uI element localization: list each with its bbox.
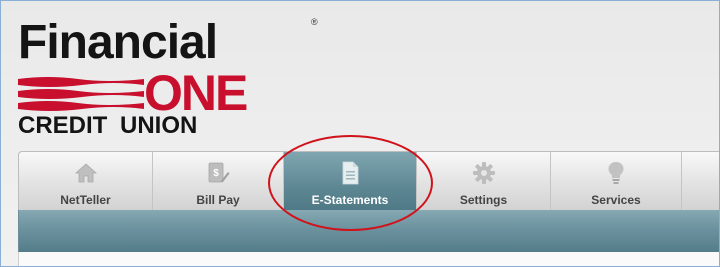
svg-text:$: $ xyxy=(213,168,219,179)
flag-stripes-icon xyxy=(18,77,144,111)
content-area xyxy=(18,252,719,266)
logo-credit-union-text: CREDIT UNION xyxy=(18,112,198,139)
lightbulb-icon xyxy=(604,161,628,185)
logo-registered-mark: ® xyxy=(311,17,318,27)
document-icon xyxy=(338,161,362,185)
tab-bill-pay[interactable]: $ Bill Pay xyxy=(153,152,284,211)
financial-one-logo[interactable]: Financial ® ONE CREDIT UNION xyxy=(16,15,326,139)
tab-bill-pay-label: Bill Pay xyxy=(196,193,240,207)
house-icon xyxy=(74,161,98,185)
subnav-bar xyxy=(18,210,719,252)
logo-financial-text: Financial xyxy=(18,16,218,69)
main-nav: NetTeller $ Bill Pay E-Statements Settin… xyxy=(18,151,719,211)
tab-services-label: Services xyxy=(591,193,641,207)
tab-settings-label: Settings xyxy=(459,193,508,207)
bill-pay-icon: $ xyxy=(206,161,230,185)
tab-netteller[interactable]: NetTeller xyxy=(19,152,153,211)
tab-e-statements-label: E-Statements xyxy=(311,193,389,207)
page-frame: Financial ® ONE CREDIT UNION NetTeller $ xyxy=(0,0,720,267)
tab-services[interactable]: Services xyxy=(551,152,682,211)
gear-icon xyxy=(472,161,496,185)
tab-netteller-label: NetTeller xyxy=(60,193,111,207)
tab-settings[interactable]: Settings xyxy=(417,152,551,211)
tab-e-statements[interactable]: E-Statements xyxy=(284,152,417,211)
